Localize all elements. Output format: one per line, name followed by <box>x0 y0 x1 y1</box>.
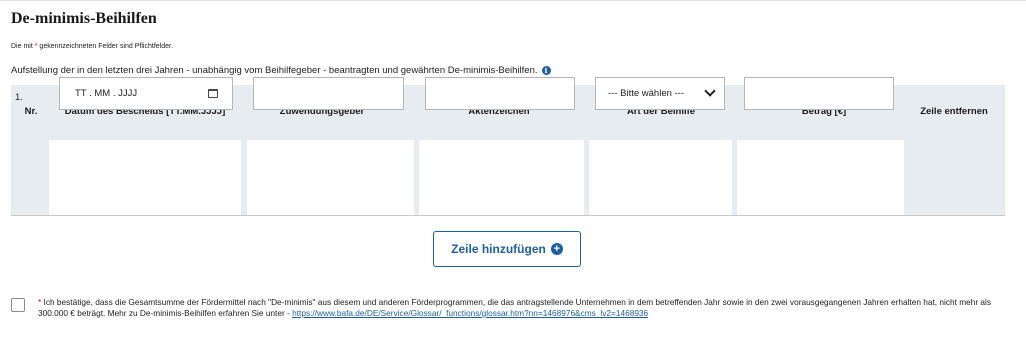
betrag-input[interactable] <box>744 77 894 110</box>
intro-text: Aufstellung der in den letzten drei Jahr… <box>11 65 538 76</box>
required-star: * <box>38 297 42 307</box>
plus-circle-icon: + <box>550 243 563 255</box>
table-row <box>11 140 904 215</box>
required-star: * <box>34 43 38 50</box>
row-number-cell <box>11 140 49 215</box>
date-placeholder: TT . MM . JJJJ <box>75 88 138 99</box>
art-der-beihilfe-select[interactable]: --- Bitte wählen --- <box>595 77 725 110</box>
intro-text-line: Aufstellung der in den letzten drei Jahr… <box>11 65 551 76</box>
header-zeile-entfernen: Zeile entfernen <box>920 106 988 117</box>
cell-gap <box>584 140 589 215</box>
cell-gap <box>241 140 247 215</box>
art-selected-value: --- Bitte wählen --- <box>608 88 685 99</box>
cell-gap <box>732 140 737 215</box>
row-number: 1. <box>15 92 23 103</box>
required-note-prefix: Die mit <box>11 43 33 50</box>
de-minimis-card: De-minimis-Beihilfen Die mit * gekennzei… <box>0 0 1026 350</box>
chevron-down-icon <box>704 85 716 97</box>
cell-gap <box>414 140 419 215</box>
calendar-icon[interactable] <box>208 89 218 98</box>
required-fields-note: Die mit * gekennzeichneten Felder sind P… <box>11 43 173 50</box>
confirmation-text: * Ich bestätige, dass die Gesamtsumme de… <box>38 297 1018 319</box>
add-row-button[interactable]: Zeile hinzufügen + <box>433 231 581 267</box>
glossar-link[interactable]: https://www.bafa.de/DE/Service/Glossar/_… <box>292 308 648 318</box>
add-row-label: Zeile hinzufügen <box>451 242 546 256</box>
confirmation-checkbox[interactable] <box>11 298 25 312</box>
table-divider <box>11 215 1005 216</box>
info-icon[interactable]: i <box>541 66 551 75</box>
aktenzeichen-input[interactable] <box>425 77 575 110</box>
date-input[interactable]: TT . MM . JJJJ <box>59 77 233 110</box>
header-nr: Nr. <box>24 106 38 117</box>
zuwendungsgeber-input[interactable] <box>253 77 404 110</box>
required-note-suffix: gekennzeichneten Felder sind Pflichtfeld… <box>39 43 173 50</box>
section-title: De-minimis-Beihilfen <box>11 10 157 27</box>
